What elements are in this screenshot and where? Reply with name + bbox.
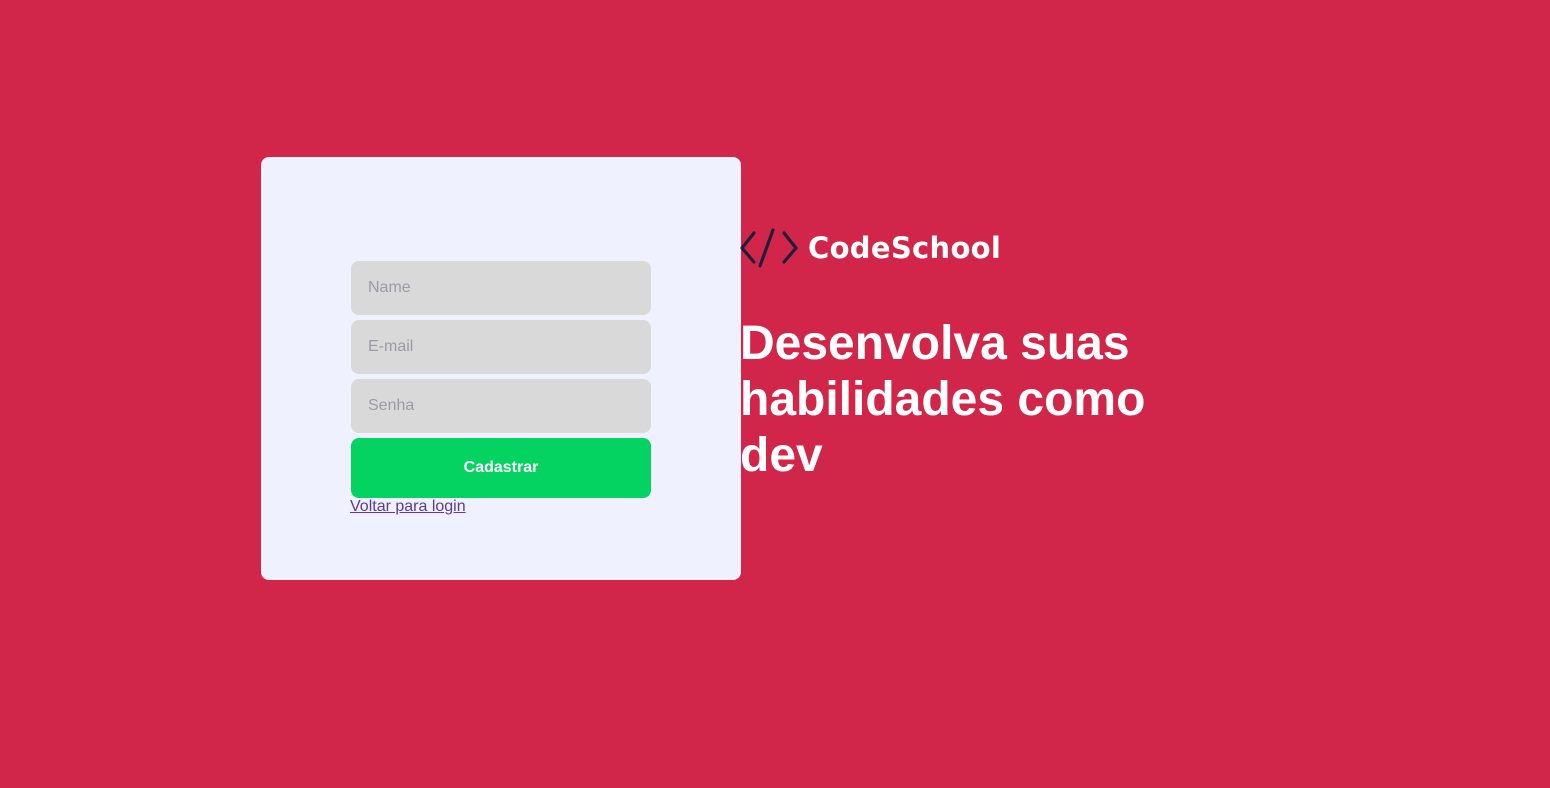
- register-button[interactable]: Cadastrar: [351, 438, 651, 498]
- brand-name: CodeSchool: [808, 231, 1002, 265]
- email-input[interactable]: [351, 320, 651, 374]
- signup-form: Cadastrar Voltar para login: [350, 261, 651, 516]
- password-input[interactable]: [351, 379, 651, 433]
- signup-card: Cadastrar Voltar para login: [261, 157, 741, 580]
- back-to-login-link[interactable]: Voltar para login: [350, 498, 466, 516]
- page-background: Cadastrar Voltar para login CodeSchool D…: [0, 0, 1550, 788]
- hero-headline: Desenvolva suas habilidades como dev: [740, 317, 1146, 482]
- name-input[interactable]: [351, 261, 651, 315]
- code-brackets-icon: [740, 228, 798, 268]
- brand-logo: CodeSchool: [740, 226, 1001, 270]
